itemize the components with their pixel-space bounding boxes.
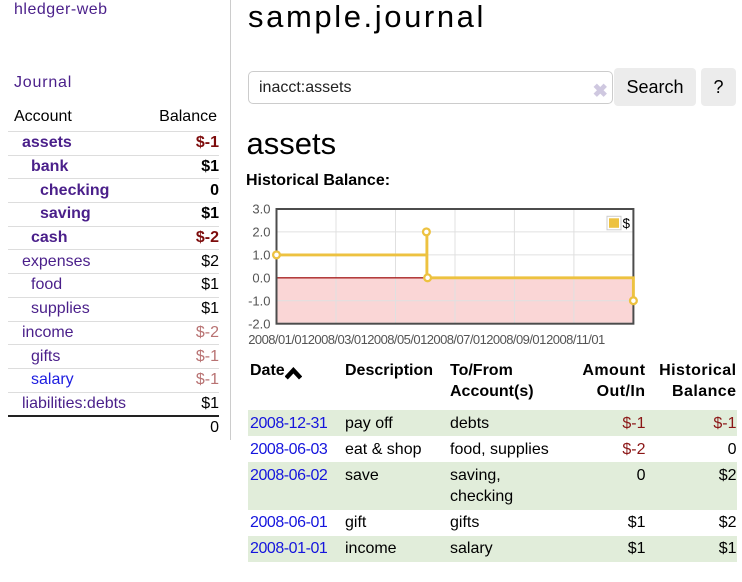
svg-text:2008/03/01: 2008/03/01 — [308, 332, 368, 347]
svg-text:$: $ — [623, 216, 631, 231]
svg-text:2008/01/01: 2008/01/01 — [248, 332, 308, 347]
svg-text:-2.0: -2.0 — [248, 316, 270, 331]
svg-text:1.0: 1.0 — [252, 248, 270, 263]
svg-text:0.0: 0.0 — [252, 270, 270, 285]
svg-text:-1.0: -1.0 — [248, 293, 270, 308]
svg-text:2.0: 2.0 — [252, 225, 270, 240]
svg-text:2008/09/01: 2008/09/01 — [486, 332, 546, 347]
svg-text:2008/07/01: 2008/07/01 — [427, 332, 487, 347]
svg-text:2008/05/01: 2008/05/01 — [367, 332, 427, 347]
svg-text:2008/11/01: 2008/11/01 — [546, 332, 605, 347]
svg-text:3.0: 3.0 — [252, 202, 270, 217]
